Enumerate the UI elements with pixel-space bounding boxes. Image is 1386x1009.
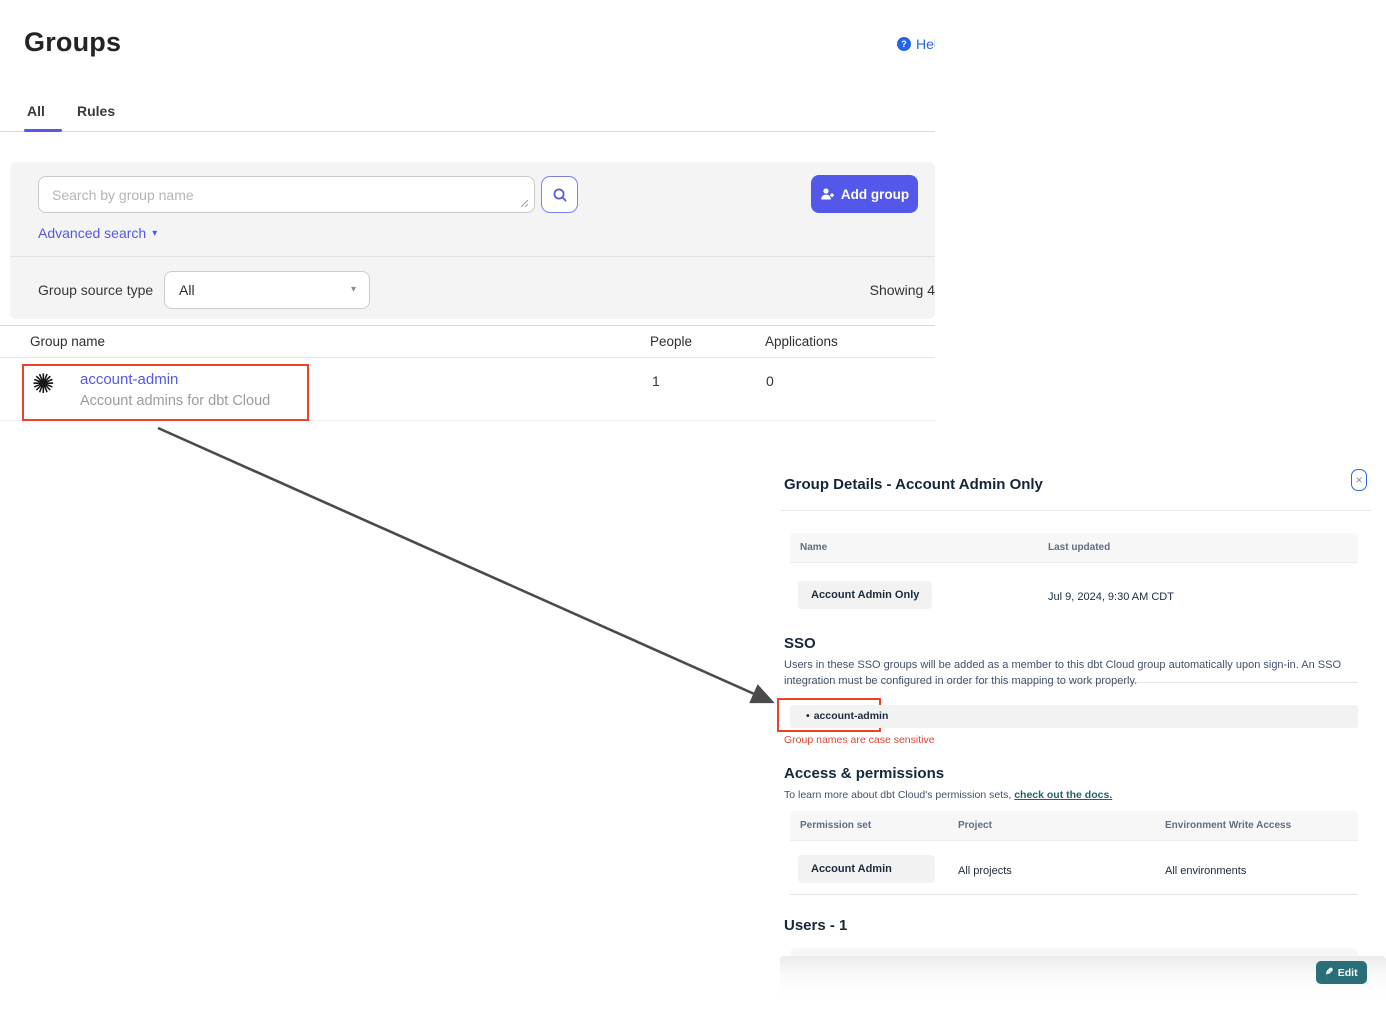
last-updated-value: Jul 9, 2024, 9:30 AM CDT <box>1048 591 1174 603</box>
sso-group-list: • account-admin <box>790 705 1358 728</box>
group-name-link[interactable]: account-admin <box>80 371 178 388</box>
search-input[interactable]: Search by group name <box>38 176 535 213</box>
help-icon: ? <box>897 37 911 51</box>
add-group-button[interactable]: Add group <box>811 175 918 213</box>
panel-footer: ✎ Edit <box>780 956 1386 998</box>
page-title: Groups <box>24 27 121 58</box>
add-group-label: Add group <box>841 187 909 202</box>
column-header-permission-set: Permission set <box>800 820 871 831</box>
resize-handle-icon[interactable] <box>520 199 529 208</box>
close-button[interactable]: × <box>1351 469 1367 491</box>
sso-description: Users in these SSO groups will be added … <box>784 658 1362 689</box>
column-header-environment-write-access: Environment Write Access <box>1165 820 1291 831</box>
access-permissions-description: To learn more about dbt Cloud's permissi… <box>784 789 1112 801</box>
group-name-badge: Account Admin Only <box>798 581 932 609</box>
advanced-search-toggle[interactable]: Advanced search ▾ <box>38 225 157 241</box>
sso-group-name: account-admin <box>814 710 889 722</box>
help-link[interactable]: ? Help <box>897 36 935 52</box>
column-header-name: Name <box>800 542 827 553</box>
group-applications-count: 0 <box>766 373 774 389</box>
table-header-row: Permission set Project Environment Write… <box>790 811 1358 841</box>
column-header-applications: Applications <box>765 334 838 349</box>
active-tab-indicator <box>24 129 62 132</box>
docs-link[interactable]: check out the docs. <box>1014 789 1112 801</box>
divider <box>10 256 935 257</box>
tab-rules[interactable]: Rules <box>77 103 115 119</box>
group-details-panel: Group Details - Account Admin Only × Nam… <box>780 465 1386 1009</box>
environment-write-access-value: All environments <box>1165 865 1246 877</box>
permission-set-badge: Account Admin <box>798 855 935 883</box>
bullet-icon: • <box>806 710 810 722</box>
permissions-table: Permission set Project Environment Write… <box>790 811 1358 895</box>
table-row[interactable]: ✺ account-admin Account admins for dbt C… <box>0 359 935 421</box>
divider <box>780 510 1371 511</box>
case-sensitive-note: Group names are case sensitive <box>784 734 935 746</box>
access-description-text: To learn more about dbt Cloud's permissi… <box>784 789 1014 801</box>
group-description: Account admins for dbt Cloud <box>80 393 270 409</box>
close-icon: × <box>1355 474 1362 486</box>
column-header-last-updated: Last updated <box>1048 542 1110 553</box>
groups-table-header: Group name People Applications <box>0 325 935 358</box>
search-icon <box>552 187 568 203</box>
column-header-project: Project <box>958 820 992 831</box>
group-source-type-value: All <box>179 282 195 298</box>
column-header-people: People <box>650 334 692 349</box>
group-source-type-select[interactable]: All ▾ <box>164 271 370 309</box>
tab-bar: All Rules <box>0 100 935 132</box>
tab-all[interactable]: All <box>27 103 45 119</box>
add-user-icon <box>820 187 835 201</box>
column-header-group-name: Group name <box>30 334 105 349</box>
advanced-search-label: Advanced search <box>38 225 146 241</box>
screen: Groups ? Help All Rules Search by group … <box>0 0 1386 1009</box>
caret-down-icon: ▾ <box>351 284 356 295</box>
edit-button-label: Edit <box>1338 967 1358 979</box>
group-details-title: Group Details - Account Admin Only <box>784 476 1043 493</box>
project-value: All projects <box>958 865 1012 877</box>
search-placeholder: Search by group name <box>52 187 194 203</box>
users-heading: Users - 1 <box>784 917 847 934</box>
search-button[interactable] <box>541 176 578 213</box>
sso-heading: SSO <box>784 635 816 652</box>
group-avatar-icon: ✺ <box>32 371 55 398</box>
access-permissions-heading: Access & permissions <box>784 765 944 782</box>
sso-group-chip: • account-admin <box>806 710 888 722</box>
table-header-row: Name Last updated <box>790 533 1358 563</box>
showing-count: Showing 4 <box>870 282 935 298</box>
group-people-count: 1 <box>652 373 660 389</box>
edit-button[interactable]: ✎ Edit <box>1316 961 1367 984</box>
users-table-header-partial <box>790 948 1358 956</box>
help-label: Help <box>916 36 935 52</box>
group-source-type-label: Group source type <box>38 282 153 298</box>
caret-down-icon: ▾ <box>152 228 157 239</box>
pencil-icon: ✎ <box>1325 967 1333 978</box>
